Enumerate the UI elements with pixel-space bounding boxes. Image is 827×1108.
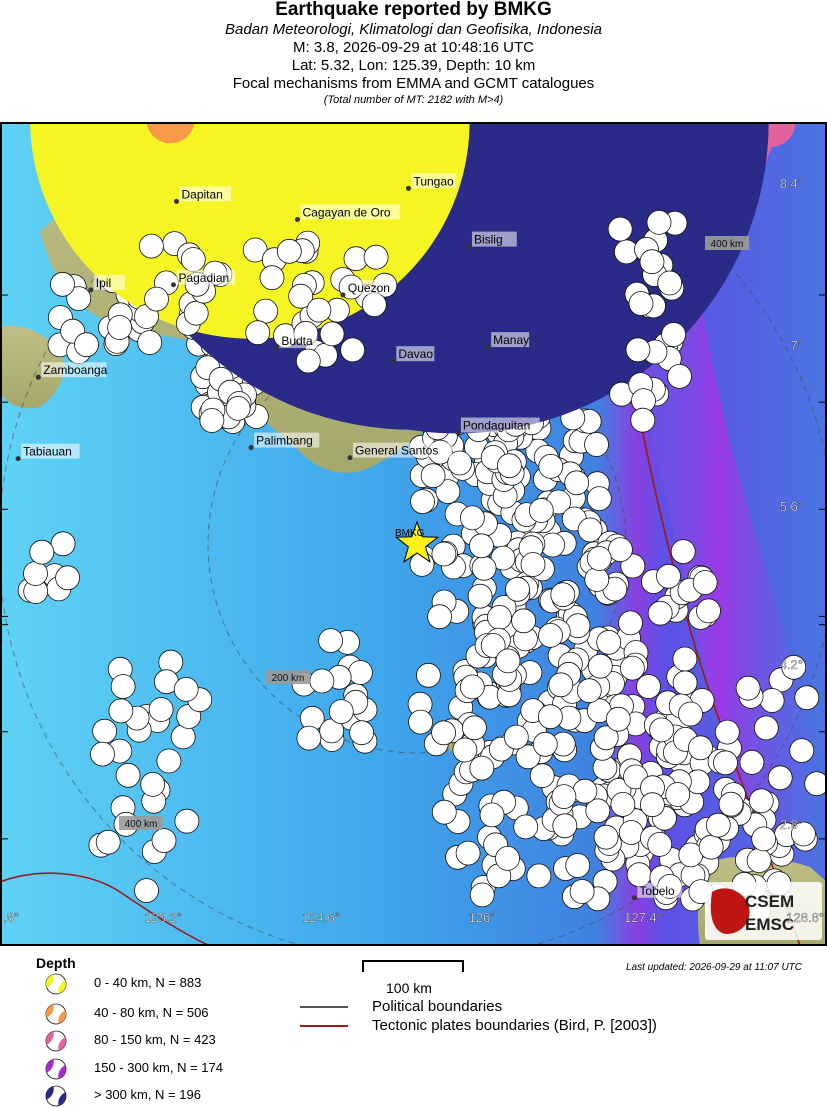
legend-label-shallow: 0 - 40 km, N = 883 (94, 975, 202, 990)
legend-item-80-150: 80 - 150 km, N = 423 (44, 1029, 304, 1053)
logo-line1: CSEM (745, 892, 794, 911)
place-label: Palimbang (256, 434, 313, 448)
place-dot (173, 198, 179, 204)
epicenter-label: BMKG (395, 528, 425, 539)
legend-beachball-2 (45, 1030, 67, 1052)
tectonic-line-swatch (300, 1025, 348, 1027)
legend-title: Depth (36, 955, 76, 971)
place-label: Dapitan (181, 187, 222, 201)
place-label: General Santos (355, 444, 438, 458)
place-label: Bislig (474, 233, 503, 247)
last-updated: Last updated: 2026-09-29 at 11:07 UTC (625, 962, 802, 973)
place-dot (88, 287, 94, 293)
place-dot (15, 456, 21, 462)
lon-label-127-4: 127.4° (624, 910, 662, 925)
focal-source: Focal mechanisms from EMMA and GCMT cata… (232, 75, 595, 92)
distance-label-400km-west: 400 km (125, 819, 158, 830)
legend-tectonic: Tectonic plates boundaries (Bird, P. [20… (300, 1017, 720, 1035)
place-label: Manay (493, 333, 529, 347)
place-dot (295, 216, 301, 222)
scale-bar-label: 100 km (386, 980, 432, 996)
distance-label-400km-north: 400 km (711, 239, 744, 250)
place-label: Tabiauan (23, 445, 72, 459)
place-dot (485, 344, 491, 350)
legend-beachball-4 (45, 1085, 67, 1107)
place-label: Pondaguitan (463, 419, 530, 433)
agency-name: Badan Meteorologi, Klimatologi dan Geofi… (225, 21, 602, 38)
place-dot (273, 345, 279, 351)
legend-item-150-300: 150 - 300 km, N = 174 (44, 1057, 304, 1081)
beachball-icon-deep (45, 1085, 67, 1107)
legend-item-shallow: 0 - 40 km, N = 883 (44, 972, 304, 996)
lon-label-128-8: 128.8° (786, 910, 824, 925)
political-label: Political boundaries (372, 998, 503, 1015)
place-dot (405, 185, 411, 191)
place-label: Davao (398, 347, 433, 361)
legend-item-40-80: 40 - 80 km, N = 506 (44, 1002, 304, 1026)
place-dot (455, 430, 461, 436)
place-label: Budta (281, 334, 313, 348)
legend-item-deep: > 300 km, N = 196 (44, 1084, 304, 1108)
total-mt-count: (Total number of MT: 2182 with M>4) (323, 94, 504, 106)
place-label: Quezon (348, 281, 390, 295)
place-label: Pagadian (178, 271, 229, 285)
seismicity-map[interactable]: Dapitan Tungao Cagayan de Oro Bislig Ipil Pag… (0, 122, 827, 946)
legend-beachball-0 (45, 973, 67, 995)
map-header: Earthquake reported by BMKG Badan Meteor… (0, 0, 827, 122)
political-line-swatch (300, 1006, 348, 1008)
legend-beachball-3 (45, 1058, 67, 1080)
beachball-icon-80-150 (45, 1030, 67, 1052)
tectonic-label: Tectonic plates boundaries (Bird, P. [20… (372, 1017, 657, 1034)
place-dot (248, 445, 254, 451)
place-dot (347, 455, 353, 461)
place-dot (35, 374, 41, 380)
map-title: Earthquake reported by BMKG (275, 0, 552, 20)
place-label: Tobelo (639, 884, 675, 898)
legend-label-80-150: 80 - 150 km, N = 423 (94, 1032, 216, 1047)
magnitude-time: M: 3.8, 2026-09-29 at 10:48:16 UTC (293, 39, 534, 56)
lon-label-123-2: 123.2° (144, 910, 182, 925)
place-dot (466, 244, 472, 250)
beachball-icon-shallow (45, 973, 67, 995)
place-dot (340, 292, 346, 298)
lon-label-124-6: 124.6° (302, 910, 340, 925)
legend-label-deep: > 300 km, N = 196 (94, 1087, 201, 1102)
lat-label-5-6: 5.6° (780, 499, 803, 514)
place-label: Tungao (413, 174, 454, 188)
place-label: Zamboanga (43, 363, 107, 377)
lat-label-4-2: 4.2° (780, 657, 803, 672)
lat-label-2-8: 2.8° (780, 817, 803, 832)
beachball-icon-40-80 (45, 1003, 67, 1025)
legend-political: Political boundaries (300, 998, 720, 1016)
place-label: Cagayan de Oro (303, 205, 391, 219)
distance-label-200km: 200 km (272, 673, 305, 684)
scale-bar (362, 960, 464, 972)
legend-label-40-80: 40 - 80 km, N = 506 (94, 1005, 209, 1020)
place-dot (631, 895, 637, 901)
beachball-icon-150-300 (45, 1058, 67, 1080)
lat-label-7: 7° (791, 338, 803, 353)
legend-label-150-300: 150 - 300 km, N = 174 (94, 1060, 223, 1075)
place-dot (390, 358, 396, 364)
place-label: Ipil (96, 276, 111, 290)
place-dot (170, 282, 176, 288)
legend-beachball-1 (45, 1003, 67, 1025)
location-depth: Lat: 5.32, Lon: 125.39, Depth: 10 km (291, 57, 536, 74)
lon-label-126: 126° (469, 910, 496, 925)
lon-label-121-8: .8° (3, 910, 19, 925)
lat-label-8-4: 8.4° (780, 176, 803, 191)
